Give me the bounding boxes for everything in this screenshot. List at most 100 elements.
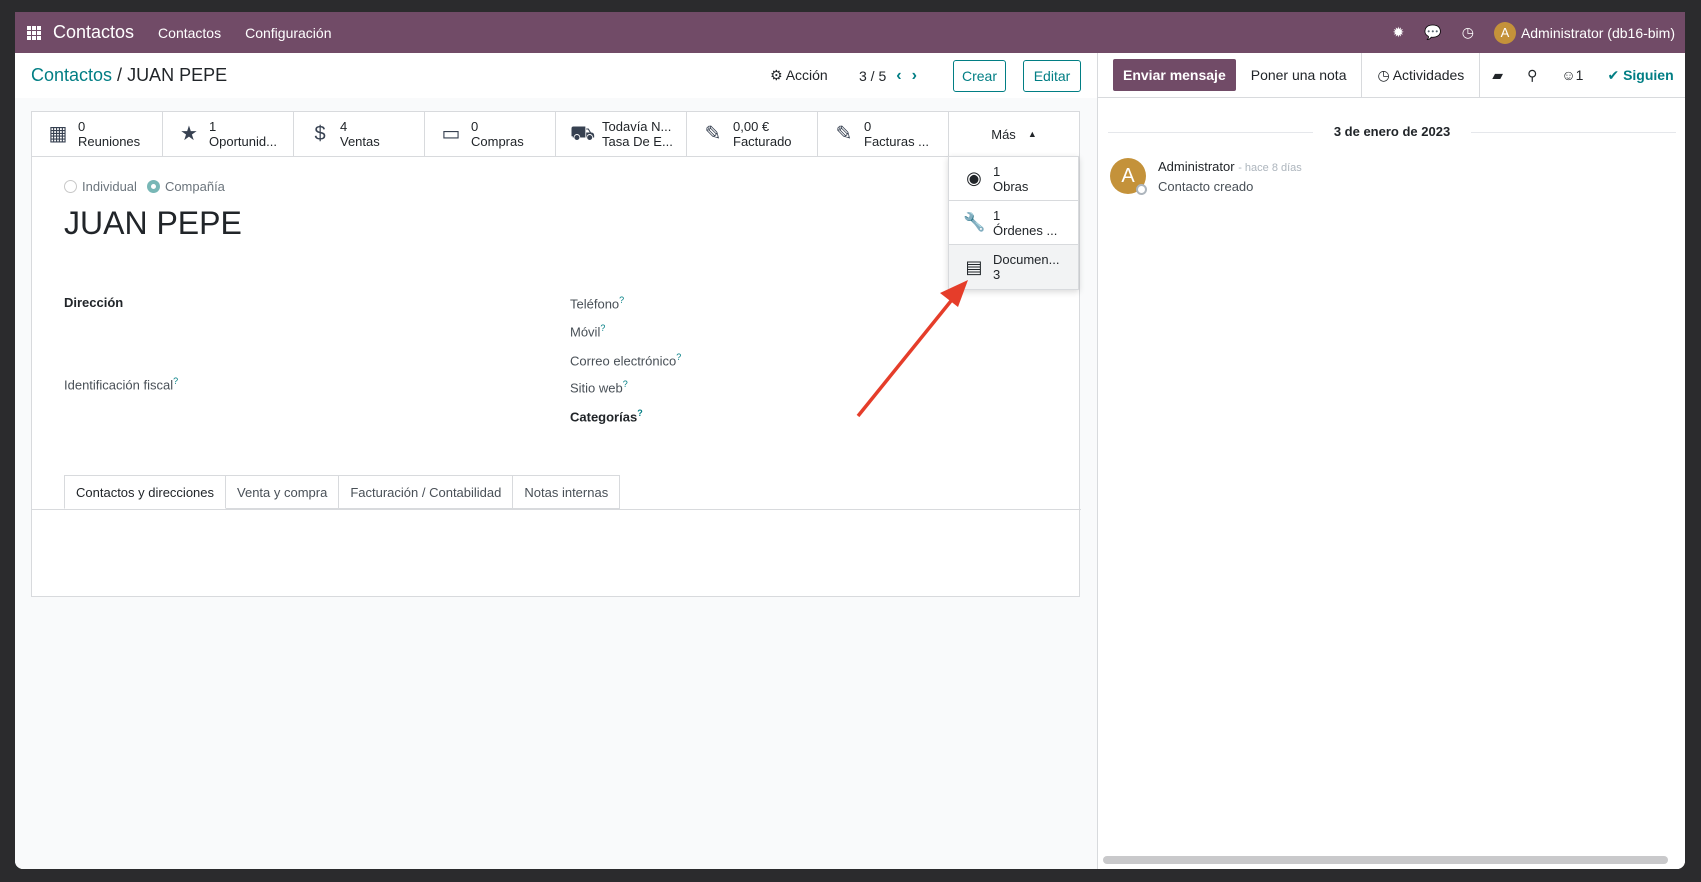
- stat-value: 0: [471, 119, 479, 134]
- tab-contacts-addresses[interactable]: Contactos y direcciones: [64, 475, 227, 509]
- navbar-systray: ✹ 💬 ◷ A Administrator (db16-bim): [1393, 21, 1675, 44]
- radio-label: Compañía: [164, 179, 225, 194]
- mobile-label: Móvil?: [570, 323, 606, 340]
- radio-circle-icon: [64, 180, 77, 193]
- message-author[interactable]: Administrator: [1158, 159, 1235, 174]
- apps-grid-icon[interactable]: [27, 25, 41, 40]
- clock-icon: ◷: [1377, 66, 1390, 83]
- form-sheet: ▦ 0 Reuniones ★ 1 Oportunid... $ 4 Ventas ▭…: [31, 111, 1081, 597]
- stat-button-documents[interactable]: ▤ Documen... 3: [949, 245, 1078, 289]
- stat-value: 0: [864, 119, 872, 134]
- pager: 3 / 5 ‹ ›: [859, 67, 917, 85]
- document-icon: ▤: [965, 256, 983, 277]
- chevron-left-icon[interactable]: ‹: [896, 67, 901, 85]
- star-icon: ★: [180, 122, 198, 145]
- avatar-initial: A: [1121, 164, 1135, 187]
- radio-company[interactable]: Compañía: [146, 179, 225, 194]
- tax-id-label: Identificación fiscal?: [64, 376, 179, 393]
- stat-button-works[interactable]: ◉ 1 Obras: [949, 157, 1078, 201]
- activities-label: Actividades: [1392, 67, 1465, 83]
- stat-button-delivery-rate[interactable]: ⛟ Todavía N... Tasa De E...: [556, 112, 687, 156]
- radio-individual[interactable]: Individual: [64, 179, 137, 194]
- stat-value: 4: [340, 119, 348, 134]
- wrench-icon: 🔧: [963, 212, 986, 232]
- message-header: Administrator - hace 8 días: [1158, 159, 1302, 174]
- user-menu[interactable]: A Administrator (db16-bim): [1493, 21, 1675, 44]
- stat-button-box: ▦ 0 Reuniones ★ 1 Oportunid... $ 4 Ventas ▭…: [32, 112, 1079, 157]
- compass-icon: ◉: [966, 168, 982, 188]
- gear-icon: ⚙: [770, 67, 783, 83]
- tab-invoicing[interactable]: Facturación / Contabilidad: [339, 475, 514, 509]
- user-icon: ☺: [1561, 67, 1576, 83]
- stat-button-meetings[interactable]: ▦ 0 Reuniones: [32, 112, 163, 156]
- stat-label: Órdenes ...: [993, 222, 1058, 238]
- stat-label: Compras: [471, 134, 524, 149]
- user-avatar: A: [1493, 21, 1516, 44]
- tags-label: Categorías?: [570, 408, 643, 425]
- caret-up-icon: ▲: [1027, 128, 1037, 139]
- tab-divider: [32, 509, 1081, 510]
- more-dropdown: ◉ 1 Obras 🔧 1 Órdenes ... ▤ Documen... 3: [948, 156, 1079, 290]
- chatter-panel: Enviar mensaje Poner una nota ◷ Actividad…: [1097, 52, 1685, 869]
- book-icon[interactable]: ▰: [1480, 67, 1515, 84]
- app-brand[interactable]: Contactos: [53, 22, 134, 43]
- stat-button-sales[interactable]: $ 4 Ventas: [294, 112, 425, 156]
- edit-button[interactable]: Editar: [1023, 60, 1081, 92]
- followers-button[interactable]: ☺1: [1549, 67, 1595, 83]
- message-body: Contacto creado: [1158, 179, 1254, 194]
- app-window: Contactos Contactos Configuración ✹ 💬 ◷ …: [15, 12, 1685, 869]
- breadcrumb-parent[interactable]: Contactos: [31, 65, 112, 85]
- chevron-right-icon[interactable]: ›: [912, 67, 917, 85]
- create-button[interactable]: Crear: [953, 60, 1006, 92]
- website-label: Sitio web?: [570, 379, 628, 396]
- log-note-button[interactable]: Poner una nota: [1236, 52, 1363, 98]
- pager-value[interactable]: 3 / 5: [859, 68, 886, 84]
- stat-value: 0: [78, 119, 86, 134]
- partner-name[interactable]: JUAN PEPE: [64, 205, 242, 242]
- radio-label: Individual: [82, 179, 137, 194]
- edit-icon: ✎: [704, 122, 722, 145]
- bug-icon[interactable]: ✹: [1393, 24, 1405, 41]
- stat-value: Todavía N...: [602, 119, 672, 134]
- truck-icon: ⛟: [570, 122, 596, 145]
- stat-button-purchases[interactable]: ▭ 0 Compras: [425, 112, 556, 156]
- tab-sales-purchase[interactable]: Venta y compra: [226, 475, 340, 509]
- more-button[interactable]: Más ▲: [949, 112, 1079, 156]
- horizontal-scrollbar[interactable]: [1103, 856, 1668, 864]
- user-name: Administrator (db16-bim): [1520, 24, 1675, 41]
- follow-button[interactable]: ✔ Siguien: [1607, 67, 1673, 84]
- tab-internal-notes[interactable]: Notas internas: [513, 475, 621, 509]
- breadcrumb-current: JUAN PEPE: [127, 65, 228, 85]
- stat-label: Facturas ...: [864, 134, 930, 149]
- company-type-radio: Individual Compañía: [64, 179, 225, 194]
- phone-label: Teléfono?: [570, 295, 625, 312]
- stat-button-vendor-bills[interactable]: ✎ 0 Facturas ...: [818, 112, 949, 156]
- follow-label: Siguien: [1623, 66, 1674, 83]
- action-button[interactable]: ⚙ Acción: [770, 67, 828, 84]
- stat-label: Oportunid...: [209, 134, 277, 149]
- stat-label: Ventas: [340, 134, 380, 149]
- stat-button-opportunities[interactable]: ★ 1 Oportunid...: [163, 112, 294, 156]
- activities-button[interactable]: ◷ Actividades: [1362, 52, 1481, 98]
- dollar-icon: $: [314, 122, 326, 145]
- message-time: - hace 8 días: [1238, 162, 1302, 174]
- chat-icon[interactable]: 💬: [1424, 24, 1441, 41]
- send-message-button[interactable]: Enviar mensaje: [1113, 59, 1236, 91]
- stat-button-orders[interactable]: 🔧 1 Órdenes ...: [949, 201, 1078, 245]
- more-label: Más: [991, 126, 1016, 142]
- calendar-icon: ▦: [48, 122, 68, 145]
- breadcrumb: Contactos / JUAN PEPE: [31, 65, 227, 86]
- stat-value: 1: [993, 163, 1001, 179]
- paperclip-icon[interactable]: ⚲: [1515, 67, 1549, 84]
- stat-button-invoiced[interactable]: ✎ 0,00 € Facturado: [687, 112, 818, 156]
- menu-configuration[interactable]: Configuración: [245, 25, 331, 41]
- message-avatar[interactable]: A: [1110, 158, 1147, 195]
- credit-card-icon: ▭: [441, 122, 461, 145]
- notebook-tabs: Contactos y direcciones Venta y compra F…: [64, 475, 621, 509]
- followers-count: 1: [1575, 67, 1584, 83]
- clock-icon[interactable]: ◷: [1462, 24, 1474, 41]
- check-icon: ✔: [1607, 66, 1620, 83]
- stat-label: Reuniones: [78, 134, 141, 149]
- menu-contacts[interactable]: Contactos: [158, 25, 221, 41]
- breadcrumb-separator: /: [112, 65, 128, 85]
